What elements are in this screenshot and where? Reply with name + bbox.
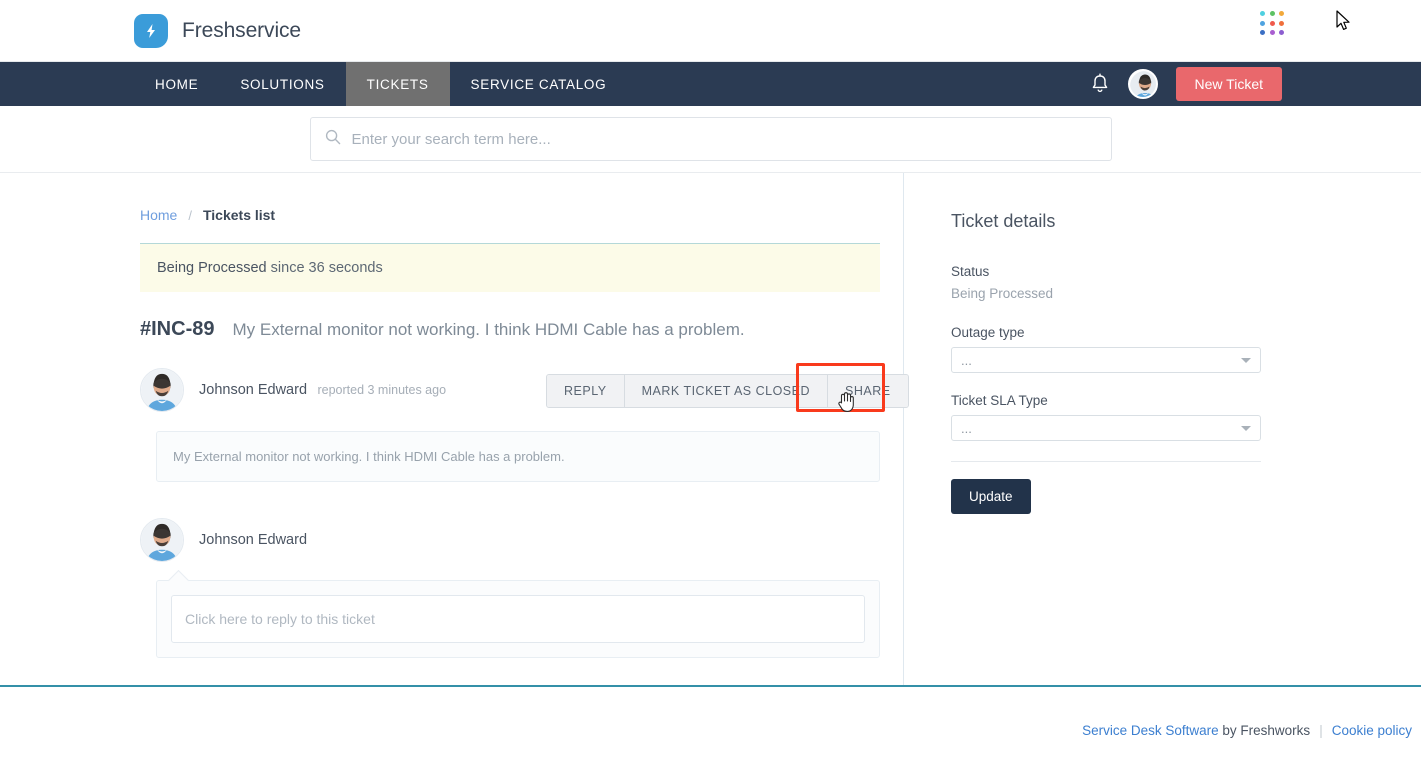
nav-item-tickets[interactable]: TICKETS xyxy=(345,62,450,106)
breadcrumb-home[interactable]: Home xyxy=(140,207,177,223)
lightning-bolt-icon xyxy=(134,13,168,48)
chevron-down-icon xyxy=(1241,425,1251,431)
notification-bell-icon[interactable] xyxy=(1090,73,1110,95)
ticket-details-sidebar: Ticket details Status Being Processed Ou… xyxy=(903,173,1421,685)
chevron-down-icon xyxy=(1241,357,1251,363)
footer: Service Desk Software by Freshworks | Co… xyxy=(0,685,1421,762)
footer-text: Service Desk Software by Freshworks | Co… xyxy=(1082,723,1412,738)
brand-bar: Freshservice xyxy=(0,0,1421,62)
page-body: Home / Tickets list Being Processed sinc… xyxy=(0,173,1421,685)
status-label: Status xyxy=(951,264,990,279)
breadcrumb-separator: / xyxy=(188,208,192,223)
outage-type-label: Outage type xyxy=(951,325,1025,340)
nav-right-group: New Ticket xyxy=(1090,62,1282,106)
reply-author: Johnson Edward xyxy=(199,532,308,548)
ticket-main-column: Home / Tickets list Being Processed sinc… xyxy=(0,173,909,685)
ticket-description: My External monitor not working. I think… xyxy=(156,431,880,482)
ticket-sla-type-value: ... xyxy=(961,420,972,436)
ticket-details-title: Ticket details xyxy=(951,211,1056,231)
ticket-sla-type-label: Ticket SLA Type xyxy=(951,393,1048,408)
brand-name: Freshservice xyxy=(182,18,301,42)
ticket-action-buttons: REPLY MARK TICKET AS CLOSED SHARE xyxy=(546,374,909,408)
avatar xyxy=(140,518,184,562)
app-grid-icon[interactable] xyxy=(1260,11,1286,37)
mark-ticket-as-closed-button[interactable]: MARK TICKET AS CLOSED xyxy=(624,375,828,407)
ticket-id: #INC-89 xyxy=(140,318,215,340)
nav-item-home[interactable]: HOME xyxy=(134,62,219,106)
nav-item-solutions[interactable]: SOLUTIONS xyxy=(219,62,345,106)
avatar[interactable] xyxy=(1127,69,1158,99)
update-button[interactable]: Update xyxy=(951,479,1031,514)
ticket-content: Home / Tickets list Being Processed sinc… xyxy=(140,173,880,658)
outage-type-select[interactable]: ... xyxy=(951,347,1261,373)
status-value: Being Processed xyxy=(951,286,1054,301)
breadcrumb-current: Tickets list xyxy=(202,207,276,223)
new-ticket-button[interactable]: New Ticket xyxy=(1175,67,1282,101)
footer-by-text: by Freshworks xyxy=(1218,723,1311,738)
ticket-subject: My External monitor not working. I think… xyxy=(232,320,745,339)
search-box[interactable] xyxy=(309,117,1112,161)
banner-since: since 36 seconds xyxy=(270,260,383,276)
search-input[interactable] xyxy=(351,130,1097,148)
reply-panel: Click here to reply to this ticket xyxy=(156,580,880,658)
search-zone xyxy=(0,106,1421,173)
status-banner: Being Processed since 36 seconds xyxy=(140,243,880,292)
page-title: #INC-89 My External monitor not working.… xyxy=(140,318,880,341)
brand-logo-group[interactable]: Freshservice xyxy=(134,13,301,48)
reply-button[interactable]: REPLY xyxy=(547,375,625,407)
divider xyxy=(951,461,1261,462)
main-navigation: HOME SOLUTIONS TICKETS SERVICE CATALOG N xyxy=(0,62,1421,106)
avatar xyxy=(140,368,184,412)
share-button[interactable]: SHARE xyxy=(828,375,908,407)
cookie-policy-link[interactable]: Cookie policy xyxy=(1332,723,1412,738)
reply-header: Johnson Edward xyxy=(140,518,880,562)
banner-status: Being Processed xyxy=(157,260,267,276)
breadcrumb: Home / Tickets list xyxy=(140,173,880,223)
reported-meta: reported 3 minutes ago xyxy=(317,383,447,397)
footer-separator: | xyxy=(1319,723,1323,738)
ticket-sla-type-select[interactable]: ... xyxy=(951,415,1261,441)
reporter-name: Johnson Edward xyxy=(199,382,308,398)
reply-input[interactable]: Click here to reply to this ticket xyxy=(171,595,865,643)
search-icon xyxy=(325,129,341,150)
service-desk-software-link[interactable]: Service Desk Software xyxy=(1082,723,1219,738)
outage-type-value: ... xyxy=(961,352,972,368)
nav-items: HOME SOLUTIONS TICKETS SERVICE CATALOG xyxy=(134,62,627,106)
nav-item-service-catalog[interactable]: SERVICE CATALOG xyxy=(450,62,628,106)
